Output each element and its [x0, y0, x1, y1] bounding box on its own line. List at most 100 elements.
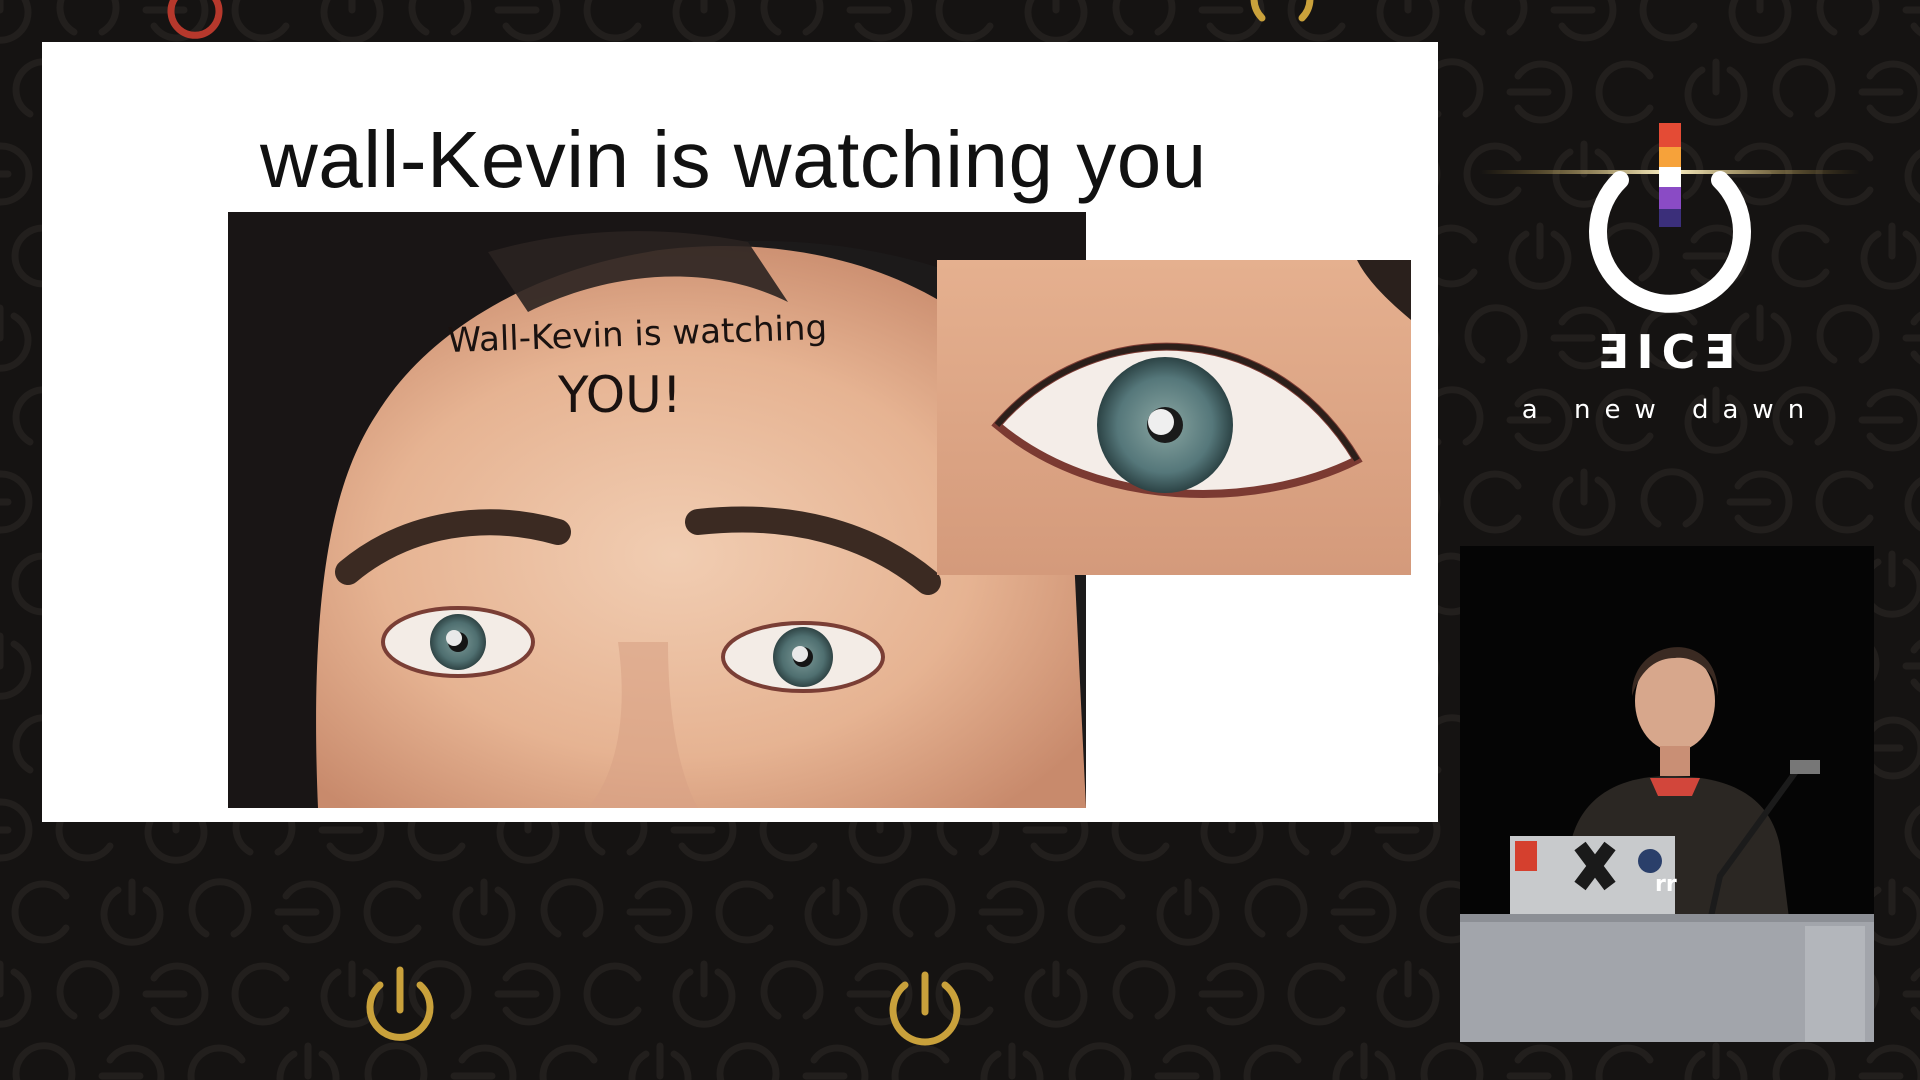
pattern-power-glyph [231, 962, 290, 1026]
pattern-power-glyph [1332, 1042, 1396, 1080]
left-eye [381, 606, 535, 678]
pattern-power-glyph [450, 1044, 517, 1080]
pattern-power-glyph [583, 962, 642, 1026]
pattern-power-glyph [1506, 60, 1573, 124]
pattern-power-glyph [363, 880, 422, 944]
pattern-power-glyph [760, 0, 824, 36]
pattern-power-glyph [1112, 0, 1176, 36]
pattern-power-glyph [1330, 880, 1397, 944]
pattern-power-glyph [583, 0, 642, 42]
pattern-power-glyph [716, 1042, 780, 1080]
conference-logo: ƎICƎ a new dawn [1480, 115, 1860, 435]
pattern-power-glyph [980, 1042, 1044, 1080]
pattern-power-glyph [1243, 1044, 1302, 1080]
pattern-power-glyph [628, 1042, 692, 1080]
pattern-power-glyph [0, 0, 32, 44]
pattern-power-glyph [1068, 1042, 1132, 1080]
pattern-power-glyph [1639, 0, 1698, 42]
pattern-power-glyph [846, 0, 913, 42]
pattern-power-glyph [1463, 470, 1522, 534]
pattern-power-glyph [1550, 0, 1617, 42]
pattern-power-glyph [1726, 470, 1793, 534]
pattern-power-glyph [802, 1044, 869, 1080]
pattern-power-glyph [320, 0, 384, 44]
pattern-power-glyph [231, 0, 290, 42]
pattern-power-glyph [1024, 960, 1088, 1028]
pattern-power-glyph [672, 0, 736, 44]
pattern-power-glyph [891, 1044, 950, 1080]
logo-tagline: a new dawn [1521, 395, 1819, 425]
slide-title: wall-Kevin is watching you [260, 115, 1207, 204]
pattern-power-glyph [1902, 311, 1920, 365]
pattern-power-glyph [804, 878, 868, 946]
pattern-power-glyph [494, 0, 561, 42]
pattern-power-glyph [1858, 60, 1920, 124]
pattern-power-glyph [12, 1042, 76, 1080]
pattern-power-glyph [1815, 470, 1874, 534]
pattern-power-glyph [1420, 1042, 1484, 1080]
pattern-power-glyph [1640, 468, 1704, 528]
pattern-power-glyph [188, 878, 252, 938]
pattern-power-glyph [1287, 962, 1346, 1026]
pattern-power-glyph [1506, 1044, 1573, 1080]
pattern-power-glyph [1595, 60, 1654, 124]
pattern-power-glyph [100, 878, 164, 946]
pattern-power-glyph [1902, 639, 1920, 693]
pattern-power-glyph [408, 0, 472, 36]
handwriting-line-2: YOU! [557, 366, 682, 424]
pattern-power-glyph [760, 960, 824, 1020]
pattern-power-glyph [935, 962, 994, 1026]
pattern-power-glyph [1902, 967, 1920, 1021]
pattern-power-glyph [494, 962, 561, 1026]
presentation-slide: wall-Kevin is watching you Wall-Kevin is… [42, 42, 1438, 822]
power-logo-icon [1480, 123, 1860, 313]
pattern-power-glyph [1067, 880, 1126, 944]
pattern-power-glyph [1858, 388, 1920, 452]
pattern-power-glyph [672, 960, 736, 1028]
pattern-power-glyph [1112, 960, 1176, 1020]
pattern-power-glyph [1728, 0, 1792, 44]
pattern-power-glyph [98, 1044, 165, 1080]
pattern-power-glyph [1198, 962, 1265, 1026]
pattern-power-glyph [1860, 222, 1920, 290]
pattern-power-glyph [1684, 1042, 1748, 1080]
pattern-power-glyph [1376, 960, 1440, 1028]
pattern-power-glyph [892, 878, 956, 938]
pattern-power-glyph [1595, 1044, 1654, 1080]
pattern-power-glyph [540, 878, 604, 938]
laptop: rr [1510, 836, 1677, 916]
pattern-power-glyph [1902, 6, 1920, 37]
pattern-power-glyph [935, 0, 994, 42]
pattern-power-glyph [0, 632, 32, 700]
pattern-power-glyph [0, 304, 32, 372]
pattern-power-glyph [715, 880, 774, 944]
pattern-power-glyph [0, 960, 32, 1028]
pattern-power-glyph [0, 142, 33, 206]
pattern-power-glyph [364, 1042, 428, 1080]
eye-closeup-photo [937, 260, 1411, 575]
pattern-power-glyph [1376, 0, 1440, 44]
pattern-power-glyph [1904, 805, 1920, 860]
pattern-power-glyph [0, 798, 33, 862]
laptop-sticker-text: rr [1655, 872, 1677, 897]
pattern-power-glyph [142, 962, 209, 1026]
pattern-power-glyph [1904, 149, 1920, 204]
pattern-power-glyph [1552, 468, 1616, 536]
right-eye [721, 621, 885, 693]
pattern-power-glyph [1244, 878, 1308, 938]
pattern-power-glyph [452, 878, 516, 946]
pattern-power-glyph [187, 1044, 246, 1080]
pattern-power-glyph [1464, 0, 1528, 36]
pattern-power-glyph [1772, 58, 1836, 118]
pattern-power-glyph [1904, 477, 1920, 532]
pattern-power-glyph [1156, 878, 1220, 946]
pattern-power-glyph [11, 880, 70, 944]
pattern-power-glyph [1816, 0, 1880, 36]
pattern-power-glyph [276, 1042, 340, 1080]
pattern-power-glyph [1154, 1044, 1221, 1080]
logo-wordmark: ƎICƎ [1597, 325, 1743, 379]
pattern-power-glyph [1772, 1042, 1836, 1080]
pattern-power-glyph [274, 880, 341, 944]
pattern-power-glyph [978, 880, 1045, 944]
pattern-power-glyph [56, 0, 120, 36]
